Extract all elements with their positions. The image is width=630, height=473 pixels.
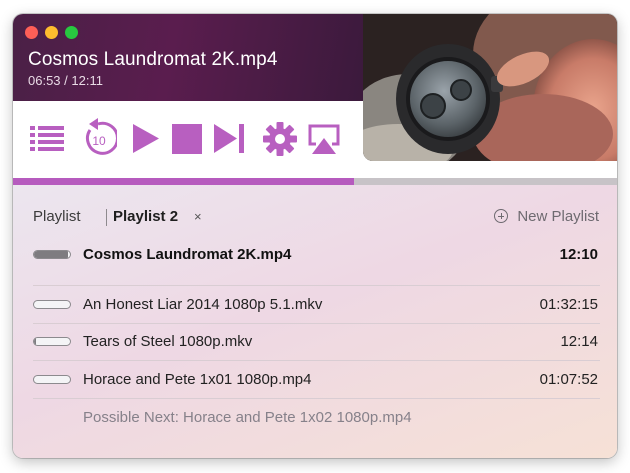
watch-progress-bar (33, 250, 71, 259)
item-duration: 12:10 (559, 246, 598, 263)
playback-progress-bar[interactable] (13, 178, 617, 185)
watch-progress-bar (33, 300, 71, 309)
tab-playlist[interactable]: Playlist (33, 208, 81, 225)
playlist-row[interactable]: An Honest Liar 2014 1080p 5.1.mkv 01:32:… (33, 287, 600, 324)
item-name: An Honest Liar 2014 1080p 5.1.mkv (83, 296, 323, 313)
new-playlist-label: New Playlist (517, 208, 599, 225)
playlist-row[interactable]: Cosmos Laundromat 2K.mp4 12:10 (33, 237, 600, 274)
watch-progress-fill (34, 338, 37, 345)
playlist-row[interactable]: Tears of Steel 1080p.mkv 12:14 (33, 324, 600, 361)
item-name: Cosmos Laundromat 2K.mp4 (83, 246, 292, 263)
rewind-10-icon[interactable]: 10 (81, 117, 117, 157)
item-name: Horace and Pete 1x01 1080p.mp4 (83, 371, 312, 388)
airplay-icon[interactable] (307, 123, 341, 155)
close-tab-icon[interactable]: × (194, 209, 202, 224)
maximize-window-button[interactable] (65, 26, 78, 39)
tab-playlist-2[interactable]: Playlist 2 (113, 208, 178, 225)
settings-gear-icon[interactable] (263, 122, 297, 156)
item-name: Tears of Steel 1080p.mkv (83, 333, 253, 350)
row-divider (33, 398, 600, 399)
playlist-icon[interactable] (30, 126, 64, 152)
watch-progress-bar (33, 337, 71, 346)
item-duration: 01:32:15 (539, 296, 598, 313)
row-divider (33, 285, 600, 286)
playlist-row[interactable]: Horace and Pete 1x01 1080p.mp4 01:07:52 (33, 362, 600, 399)
title-bar: Cosmos Laundromat 2K.mp4 06:53 / 12:11 (13, 14, 363, 101)
next-track-icon[interactable] (213, 122, 245, 155)
row-divider (33, 360, 600, 361)
watch-progress-bar (33, 375, 71, 384)
close-window-button[interactable] (25, 26, 38, 39)
video-title: Cosmos Laundromat 2K.mp4 (28, 49, 278, 70)
watch-progress-fill (34, 251, 69, 258)
item-duration: 01:07:52 (539, 371, 598, 388)
svg-text:10: 10 (92, 134, 106, 148)
plus-circle-icon (494, 209, 509, 223)
possible-next-hint: Possible Next: Horace and Pete 1x02 1080… (83, 409, 412, 426)
player-window: Cosmos Laundromat 2K.mp4 06:53 / 12:11 1… (13, 14, 617, 458)
playback-time: 06:53 / 12:11 (28, 73, 103, 88)
minimize-window-button[interactable] (45, 26, 58, 39)
playlist-panel: Playlist Playlist 2 × New Playlist Cosmo… (13, 185, 617, 458)
playback-controls: 10 (13, 101, 363, 178)
play-icon[interactable] (131, 122, 161, 155)
video-frame-image (363, 14, 617, 161)
tab-divider (106, 209, 107, 226)
item-duration: 12:14 (560, 333, 598, 350)
thumbnail-gap (363, 161, 617, 178)
new-playlist-button[interactable]: New Playlist (494, 208, 599, 225)
video-thumbnail[interactable] (363, 14, 617, 161)
stop-icon[interactable] (172, 124, 202, 154)
playback-progress-fill (13, 178, 355, 185)
